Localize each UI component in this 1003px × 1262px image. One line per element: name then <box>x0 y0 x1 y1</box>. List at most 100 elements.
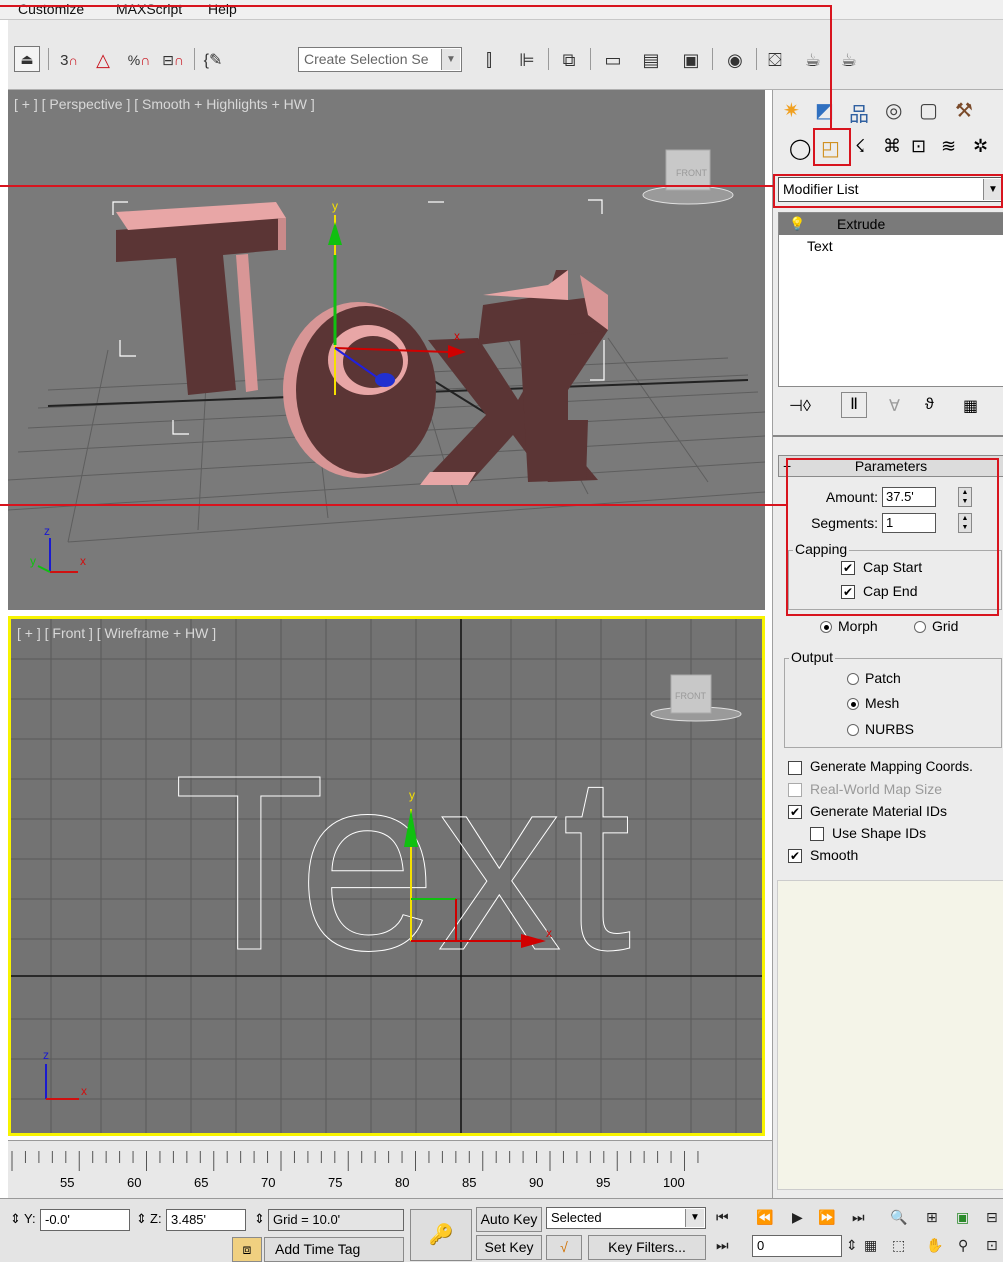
timeline-tick-label: 70 <box>261 1175 276 1190</box>
menu-maxscript[interactable]: MAXScript <box>116 1 182 17</box>
morph-radio[interactable] <box>820 621 832 633</box>
render-production-icon[interactable]: ☕ <box>798 45 828 75</box>
angle-snap-icon[interactable]: △ <box>88 45 118 75</box>
previous-frame-icon[interactable]: ⏪ <box>756 1209 773 1226</box>
smooth-checkbox[interactable]: ✔ <box>788 849 802 863</box>
edit-named-selection-icon[interactable]: {✎ <box>198 45 228 75</box>
patch-radio[interactable] <box>847 673 859 685</box>
object-category-icons: ◯ ◰ ☇ ⌘ ⊡ ≋ ✲ <box>777 132 1003 164</box>
schematic-view-icon[interactable]: ▤ <box>636 45 666 75</box>
configure-modifier-sets-icon[interactable]: ▦ <box>963 396 978 416</box>
morph-label: Morph <box>838 618 878 634</box>
render-icon[interactable]: ☕ <box>834 45 864 75</box>
zoom-all-icon[interactable]: ⊞ <box>926 1209 938 1226</box>
render-frame-icon[interactable]: ⛋ <box>760 45 790 75</box>
go-to-start-icon[interactable]: ⏮ <box>716 1209 729 1226</box>
chevron-down-icon[interactable]: ▼ <box>441 49 460 70</box>
zoom-extents-icon[interactable]: ▣ <box>956 1209 969 1226</box>
front-viewport[interactable]: Text y x z x FRONT [ + ] [ Front ] [ Wir… <box>8 616 765 1136</box>
viewcube-icon[interactable] <box>658 145 718 205</box>
key-icon[interactable]: 🔑 <box>410 1209 472 1261</box>
perspective-viewport[interactable]: y x z x y FRONT [ + ] [ Perspective ] [ … <box>8 90 765 610</box>
percent-snap-icon[interactable]: % ∩ <box>124 45 154 75</box>
layer-manager-icon[interactable]: ⧉ <box>554 45 584 75</box>
timeline-tick-label: 55 <box>60 1175 75 1190</box>
frame-spinner-icon[interactable]: ⇕ <box>846 1237 858 1254</box>
show-end-result-icon[interactable]: Ⅱ <box>841 392 867 418</box>
zoom-icon[interactable]: 🔍 <box>890 1209 907 1226</box>
add-time-tag-button[interactable]: Add Time Tag <box>264 1237 404 1262</box>
auto-key-button[interactable]: Auto Key <box>476 1207 542 1232</box>
stack-item-extrude[interactable]: 💡 Extrude <box>779 213 1003 235</box>
geometry-icon[interactable]: ◯ <box>789 136 811 161</box>
display-tab-icon[interactable]: ▢ <box>919 98 938 123</box>
perspective-viewport-label[interactable]: [ + ] [ Perspective ] [ Smooth + Highlig… <box>14 96 315 112</box>
front-viewcube-face-label: FRONT <box>675 691 706 701</box>
time-config-icon[interactable]: ▦ <box>864 1237 877 1254</box>
key-mode-dropdown[interactable]: Selected ▼ <box>546 1207 706 1229</box>
snap-3d-icon[interactable]: 3 ∩ <box>54 45 84 75</box>
stack-item-text[interactable]: Text <box>779 235 1003 257</box>
set-key-button[interactable]: Set Key <box>476 1235 542 1260</box>
utilities-tab-icon[interactable]: ⚒ <box>955 98 973 123</box>
render-setup-icon[interactable]: ◉ <box>720 45 750 75</box>
set-key-icon[interactable]: √ <box>546 1235 582 1260</box>
play-icon[interactable]: ▶ <box>792 1209 803 1226</box>
create-tab-icon[interactable]: ✷ <box>783 98 800 123</box>
timeline-tick-label: 90 <box>529 1175 544 1190</box>
select-and-link-icon[interactable]: ⏏ <box>14 46 40 72</box>
front-tripod-z-label: z <box>43 1048 49 1062</box>
go-to-end-icon[interactable]: ⏭ <box>852 1209 865 1226</box>
timeline-ticks <box>11 1151 699 1171</box>
mesh-radio[interactable] <box>847 698 859 710</box>
make-unique-icon[interactable]: ∀ <box>889 396 900 416</box>
curve-editor-icon[interactable]: ▭ <box>598 45 628 75</box>
generate-mapping-coords-checkbox[interactable] <box>788 761 802 775</box>
maximize-viewport-icon[interactable]: ⊡ <box>986 1237 998 1254</box>
menu-customize[interactable]: Customize <box>18 1 84 17</box>
cameras-icon[interactable]: ⌘ <box>883 136 901 157</box>
pan-hand-icon[interactable]: ✋ <box>926 1237 943 1254</box>
y-coord-input[interactable]: -0.0' <box>40 1209 130 1231</box>
menu-help[interactable]: Help <box>208 1 237 17</box>
mirror-icon[interactable]: ⫿ <box>474 45 504 75</box>
next-frame-icon[interactable]: ⏩ <box>818 1209 835 1226</box>
timeline-ruler[interactable]: 55 60 65 70 75 80 85 90 95 100 <box>8 1140 772 1198</box>
timeline-tick-label: 65 <box>194 1175 209 1190</box>
timeline-tick-label: 80 <box>395 1175 410 1190</box>
annotation-box-modifier-list <box>773 174 1003 208</box>
systems-icon[interactable]: ✲ <box>973 136 988 157</box>
nurbs-radio[interactable] <box>847 724 859 736</box>
use-shape-ids-checkbox[interactable] <box>810 827 824 841</box>
y-coord-label: Y: <box>24 1211 36 1226</box>
align-icon[interactable]: ⊫ <box>512 45 542 75</box>
motion-tab-icon[interactable]: ◎ <box>885 98 902 123</box>
generate-material-ids-checkbox[interactable]: ✔ <box>788 805 802 819</box>
y-spinner-icon[interactable]: ⇕ <box>10 1211 21 1227</box>
helpers-icon[interactable]: ⊡ <box>911 136 926 157</box>
grid-spinner-icon[interactable]: ⇕ <box>254 1211 265 1227</box>
pin-stack-icon[interactable]: ⊣◊ <box>789 396 811 416</box>
spinner-snap-icon[interactable]: ⊟ ∩ <box>158 45 188 75</box>
spacewarps-icon[interactable]: ≋ <box>941 136 956 157</box>
orbit-icon[interactable]: ⚲ <box>958 1237 968 1254</box>
front-viewport-label[interactable]: [ + ] [ Front ] [ Wireframe + HW ] <box>17 625 216 641</box>
lights-icon[interactable]: ☇ <box>855 136 865 157</box>
time-tag-icon[interactable]: ⧈ <box>232 1237 262 1262</box>
remove-modifier-icon[interactable]: ϑ <box>925 396 934 414</box>
grid-radio[interactable] <box>914 621 926 633</box>
timeline-tick-label: 60 <box>127 1175 142 1190</box>
z-coord-input[interactable]: 3.485' <box>166 1209 246 1231</box>
chevron-down-icon[interactable]: ▼ <box>685 1209 704 1227</box>
named-selection-set-dropdown[interactable]: Create Selection Se ▼ <box>298 47 462 72</box>
light-bulb-icon[interactable]: 💡 <box>789 213 805 235</box>
stack-item-text-label: Text <box>807 238 833 254</box>
hierarchy-tab-icon[interactable]: 品 <box>849 98 869 127</box>
zoom-extents-all-icon[interactable]: ⊟ <box>986 1209 998 1226</box>
key-filters-button[interactable]: Key Filters... <box>588 1235 706 1260</box>
region-zoom-icon[interactable]: ⬚ <box>892 1237 905 1254</box>
material-editor-icon[interactable]: ▣ <box>676 45 706 75</box>
current-frame-input[interactable]: 0 <box>752 1235 842 1257</box>
z-spinner-icon[interactable]: ⇕ <box>136 1211 147 1227</box>
key-mode-toggle-icon[interactable]: ⏭ <box>716 1237 729 1254</box>
